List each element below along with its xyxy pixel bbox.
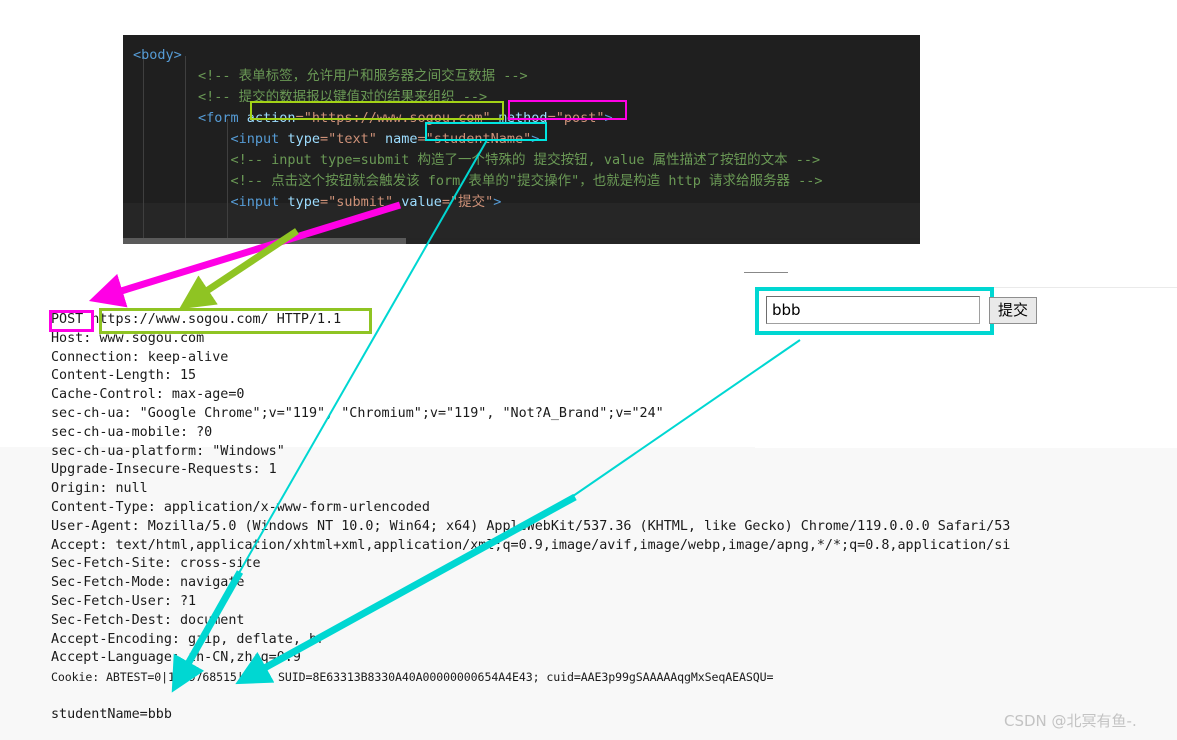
code-line: <!-- input type=submit 构造了一个特殊的 提交按钮, va… xyxy=(133,150,821,171)
code-token: > xyxy=(493,194,502,210)
code-token: <body> xyxy=(133,47,182,63)
form-top-rule xyxy=(744,272,788,273)
code-token: <form xyxy=(133,110,247,126)
code-token: ="submit" xyxy=(319,194,394,210)
student-name-input[interactable] xyxy=(766,296,980,324)
request-header-line: User-Agent: Mozilla/5.0 (Windows NT 10.0… xyxy=(51,518,1011,534)
code-token: <input xyxy=(133,131,288,147)
code-token: <!-- 表单标签，允许用户和服务器之间交互数据 --> xyxy=(133,68,528,84)
code-line: <!-- 表单标签，允许用户和服务器之间交互数据 --> xyxy=(133,66,528,87)
code-token: > xyxy=(531,131,540,147)
request-header-line: Sec-Fetch-User: ?1 xyxy=(51,593,197,609)
code-token: value xyxy=(393,194,442,210)
request-header-line: Content-Type: application/x-www-form-url… xyxy=(51,499,430,515)
code-line: <input type="submit" value="提交"> xyxy=(133,192,502,213)
code-token: ="提交" xyxy=(441,194,494,210)
code-token: ="text" xyxy=(319,131,377,147)
code-token: name xyxy=(376,131,418,147)
screenshot-root: <body> <!-- 表单标签，允许用户和服务器之间交互数据 --> <!--… xyxy=(0,0,1177,740)
code-line: <form action="https://www.sogou.com" met… xyxy=(133,108,613,129)
code-token: ="https://www.sogou.com" xyxy=(295,110,491,126)
request-header-line: Origin: null xyxy=(51,481,148,497)
editor-hscrollbar-thumb[interactable] xyxy=(123,238,406,244)
code-token: > xyxy=(604,110,613,126)
code-token: action xyxy=(246,110,296,126)
code-token: ="post" xyxy=(547,110,605,126)
csdn-watermark: CSDN @北冥有鱼-. xyxy=(1004,712,1137,730)
code-token: ="studentName" xyxy=(417,131,532,147)
highlight-box-request-url xyxy=(99,308,372,334)
request-header-line: Accept-Encoding: gzip, deflate, br xyxy=(51,631,326,647)
request-header-line: Accept: text/html,application/xhtml+xml,… xyxy=(51,537,1011,553)
request-header-line: Upgrade-Insecure-Requests: 1 xyxy=(51,462,277,478)
request-header-line: Sec-Fetch-Mode: navigate xyxy=(51,575,245,591)
code-line: <!-- 提交的数据报以键值对的结果来组织 --> xyxy=(133,87,487,108)
code-token: <input xyxy=(133,194,288,210)
request-blank-line xyxy=(51,687,1177,706)
code-token: <!-- input type=submit 构造了一个特殊的 提交按钮, va… xyxy=(133,152,821,168)
code-token: <!-- 点击这个按钮就会触发该 form 表单的"提交操作"，也就是构造 ht… xyxy=(133,173,823,189)
code-editor[interactable]: <body> <!-- 表单标签，允许用户和服务器之间交互数据 --> <!--… xyxy=(123,35,920,243)
code-token: type xyxy=(287,194,320,210)
code-line: <!-- 点击这个按钮就会触发该 form 表单的"提交操作"，也就是构造 ht… xyxy=(133,171,823,192)
submit-button[interactable]: 提交 xyxy=(989,297,1037,324)
code-token: <!-- 提交的数据报以键值对的结果来组织 --> xyxy=(133,89,488,105)
request-header-line: Sec-Fetch-Dest: document xyxy=(51,612,245,628)
code-line: <input type="text" name="studentName"> xyxy=(133,129,540,150)
request-header-line: Accept-Language: zh-CN,zh;q=0.9 xyxy=(51,650,301,666)
code-line: <body> xyxy=(133,45,182,66)
code-token: type xyxy=(287,131,320,147)
request-cookie-line: Cookie: ABTEST=0|1699768515|v17; SUID=8E… xyxy=(51,670,774,685)
code-token: method xyxy=(490,110,548,126)
request-header-line: Sec-Fetch-Site: cross-site xyxy=(51,556,261,572)
highlight-box-http-method xyxy=(49,310,94,332)
